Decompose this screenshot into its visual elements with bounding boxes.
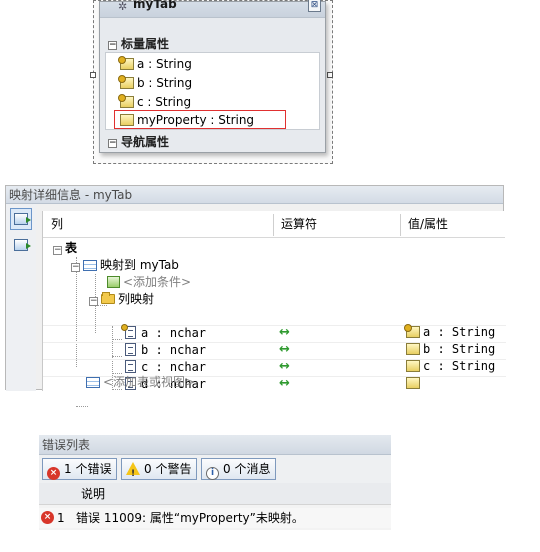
- error-list-panel: 错误列表 × 1 个错误 0 个警告 i 0 个消息 说明 × 1 错误 11009…: [39, 435, 391, 530]
- error-row[interactable]: × 1 错误 11009: 属性“myProperty”未映射。: [39, 508, 391, 528]
- mapping-grid-header: 列 运算符 值/属性: [43, 211, 505, 238]
- entity-design-canvas: ✲ myTab ⊠ − 标量属性 a : String b : String c …: [90, 0, 333, 164]
- mapped-property-label: b : String: [423, 342, 496, 356]
- mapping-side-toolbar: [6, 204, 36, 391]
- mapped-property-cell[interactable]: b : String: [406, 342, 495, 356]
- minus-toggle-icon[interactable]: −: [108, 41, 117, 50]
- column-header-description[interactable]: 说明: [81, 483, 105, 505]
- tree-connector: [76, 406, 88, 407]
- property-icon: [406, 360, 420, 372]
- map-to-functions-button[interactable]: [10, 234, 32, 256]
- key-column-icon: [121, 324, 136, 339]
- property-icon: [406, 343, 420, 355]
- key-property-icon: [118, 56, 134, 70]
- entity-shape-mytab[interactable]: ✲ myTab ⊠ − 标量属性 a : String b : String c …: [99, 0, 326, 153]
- add-table-node[interactable]: <添加表或视图>: [86, 374, 195, 391]
- property-item-a[interactable]: a : String: [118, 55, 192, 73]
- error-icon: ×: [47, 467, 60, 480]
- mapping-grid: 列 运算符 值/属性 −表 −映射到 myTab <添加条件> −列映射: [42, 211, 506, 407]
- folder-icon: [101, 292, 115, 304]
- scalar-properties-label: 标量属性: [121, 37, 170, 51]
- tree-node-tables[interactable]: − 表: [53, 240, 77, 257]
- selection-highlight: [114, 110, 286, 129]
- property-label: c : String: [137, 95, 192, 109]
- minus-toggle-icon[interactable]: −: [71, 263, 80, 272]
- resize-handle-left[interactable]: [90, 72, 96, 78]
- function-mapping-icon: [14, 239, 31, 251]
- navigation-properties-label: 导航属性: [121, 135, 170, 149]
- column-header-value[interactable]: 值/属性: [400, 211, 448, 238]
- mapped-property-cell[interactable]: c : String: [406, 359, 495, 373]
- table-icon: [86, 377, 100, 388]
- key-property-icon: [118, 94, 134, 108]
- column-header-col[interactable]: 列: [43, 211, 63, 238]
- column-mapping-row-a[interactable]: a : nchar: [121, 324, 207, 342]
- mapped-property-cell[interactable]: a : String: [404, 324, 496, 339]
- property-label: a : String: [137, 57, 192, 71]
- entity-header: ✲ myTab ⊠: [100, 0, 325, 18]
- key-property-icon: [118, 75, 134, 89]
- minus-toggle-icon[interactable]: −: [89, 297, 98, 306]
- mapping-arrow-icon: ↔: [279, 359, 290, 374]
- tables-node-label: 表: [65, 241, 78, 255]
- column-mappings-label: 列映射: [118, 292, 155, 306]
- mapping-arrow-icon: ↔: [279, 325, 290, 340]
- property-item-c[interactable]: c : String: [118, 93, 192, 111]
- mapped-property-label: a : String: [423, 325, 496, 339]
- table-icon: [83, 260, 97, 271]
- column-icon: [125, 360, 136, 373]
- messages-filter-button[interactable]: i 0 个消息: [201, 458, 277, 480]
- tree-node-column-mappings[interactable]: − 列映射: [89, 291, 154, 308]
- errors-filter-label: 1 个错误: [64, 462, 112, 476]
- property-item-b[interactable]: b : String: [118, 74, 193, 92]
- error-index: 1: [57, 511, 65, 525]
- condition-icon: [107, 276, 120, 288]
- error-list-toolbar: × 1 个错误 0 个警告 i 0 个消息: [39, 455, 391, 484]
- property-label: b : String: [137, 76, 193, 90]
- minus-toggle-icon[interactable]: −: [53, 246, 62, 255]
- mapped-table-label: 映射到 myTab: [100, 258, 179, 272]
- column-mapping-row-b[interactable]: b : nchar: [125, 342, 206, 359]
- navigation-properties-header[interactable]: − 导航属性: [108, 133, 169, 150]
- error-icon: ×: [41, 511, 54, 524]
- info-icon: i: [206, 467, 219, 480]
- map-to-tables-button[interactable]: [10, 208, 32, 230]
- entity-type-icon: ✲: [118, 0, 128, 13]
- entity-title: myTab: [133, 0, 177, 11]
- db-column-label: b : nchar: [141, 343, 207, 357]
- table-mapping-icon: [14, 213, 31, 225]
- messages-filter-label: 0 个消息: [223, 462, 271, 476]
- warning-icon: [126, 462, 140, 484]
- mapping-arrow-icon: ↔: [279, 376, 290, 391]
- column-header-operator[interactable]: 运算符: [273, 211, 317, 238]
- mapping-arrow-icon: ↔: [279, 342, 290, 357]
- db-column-label: c : nchar: [141, 360, 207, 374]
- add-table-label: <添加表或视图>: [103, 375, 196, 389]
- db-column-label: a : nchar: [141, 326, 207, 340]
- mapped-property-label: c : String: [423, 359, 496, 373]
- warnings-filter-label: 0 个警告: [144, 462, 192, 476]
- tree-node-mapped-table[interactable]: − 映射到 myTab: [71, 257, 179, 274]
- collapse-icon[interactable]: ⊠: [308, 0, 321, 12]
- mapping-details-title: 映射详细信息 - myTab: [6, 186, 503, 204]
- errors-filter-button[interactable]: × 1 个错误: [42, 458, 118, 480]
- scalar-properties-header[interactable]: − 标量属性: [108, 35, 169, 52]
- mapping-details-panel: 映射详细信息 - myTab 列 运算符 值/属性 − 表 − 映射到 myTa…: [5, 185, 506, 407]
- minus-toggle-icon[interactable]: −: [108, 139, 117, 148]
- add-condition-label: <添加条件>: [123, 275, 192, 289]
- column-icon: [125, 343, 136, 356]
- add-condition-node[interactable]: <添加条件>: [107, 274, 191, 291]
- resize-handle-right[interactable]: [327, 72, 333, 78]
- mapped-property-cell[interactable]: [406, 376, 423, 390]
- tree-connector: [112, 339, 122, 340]
- error-list-header: 说明: [39, 483, 391, 505]
- error-list-title: 错误列表: [39, 435, 391, 455]
- error-description: 错误 11009: 属性“myProperty”未映射。: [76, 511, 304, 525]
- warnings-filter-button[interactable]: 0 个警告: [121, 458, 198, 484]
- property-icon: [406, 377, 420, 389]
- tree-connector: [112, 356, 122, 357]
- key-property-icon: [404, 324, 420, 338]
